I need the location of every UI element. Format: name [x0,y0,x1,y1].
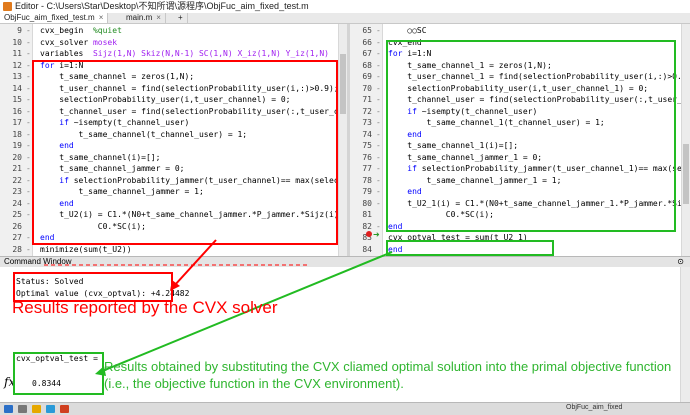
green-caption: Results obtained by substituting the CVX… [104,359,672,391]
red-caption: Results reported by the CVX solver [12,298,278,317]
annotation-arrows [44,239,393,376]
red-arrow-line [173,239,217,287]
